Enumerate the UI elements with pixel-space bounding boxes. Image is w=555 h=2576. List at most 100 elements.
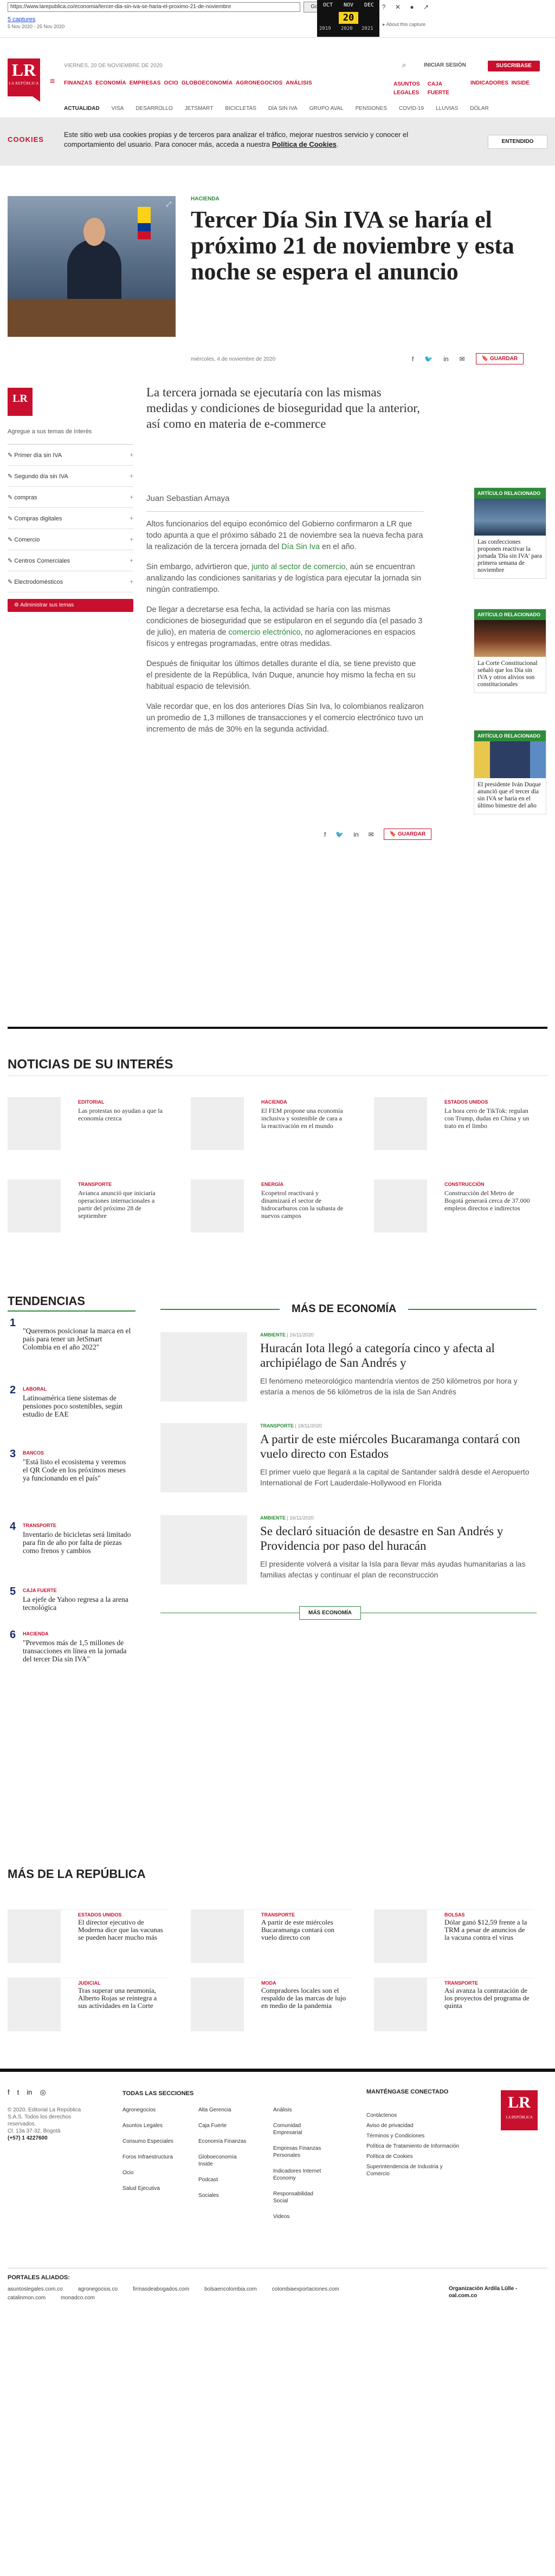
- nav-empresas[interactable]: EMPRESAS: [130, 80, 161, 86]
- subnav-actualidad[interactable]: ACTUALIDAD: [64, 106, 100, 112]
- nav-inside[interactable]: INSIDE: [512, 80, 530, 86]
- portal-link[interactable]: agronegocios.co: [78, 2285, 118, 2294]
- email-icon[interactable]: ✉: [369, 831, 374, 838]
- subnav-jetsmart[interactable]: JETSMART: [185, 106, 214, 112]
- cal-next-month[interactable]: DEC: [359, 2, 379, 8]
- comercio-electronico-link[interactable]: comercio electrónico: [229, 628, 301, 637]
- footer-link[interactable]: Análisis: [273, 2107, 327, 2114]
- footer-link[interactable]: Globoeconomía Inside: [198, 2154, 253, 2168]
- related-article[interactable]: ARTÍCULO RELACIONADO El presidente Iván …: [474, 730, 546, 814]
- hamburger-menu-icon[interactable]: ≡: [50, 77, 55, 87]
- portal-link[interactable]: catalinmon.com: [8, 2294, 46, 2303]
- related-article[interactable]: ARTÍCULO RELACIONADO Las confecciones pr…: [474, 487, 546, 579]
- nav-economia[interactable]: ECONOMÍA: [95, 80, 126, 86]
- twitter-icon[interactable]: t: [17, 2088, 20, 2097]
- republica-card[interactable]: ESTADOS UNIDOS El director ejecutivo de M…: [8, 1909, 168, 1963]
- save-button[interactable]: 🔖 GUARDAR: [475, 353, 524, 364]
- facebook-icon[interactable]: f: [412, 355, 414, 363]
- cal-prev-year[interactable]: 2019: [319, 26, 331, 31]
- article-author[interactable]: Juan Sebastian Amaya: [146, 494, 229, 503]
- footer-link[interactable]: Videos: [273, 2213, 327, 2220]
- user-icon[interactable]: ●: [408, 3, 416, 12]
- republica-card[interactable]: TRANSPORTE A partir de este miércoles Buc…: [191, 1909, 351, 1963]
- article-category[interactable]: HACIENDA: [191, 196, 220, 202]
- footer-link[interactable]: Asuntos Legales: [122, 2122, 177, 2129]
- footer-logo[interactable]: LR LA REPÚBLICA: [501, 2090, 538, 2130]
- login-link[interactable]: INICIAR SESIÓN: [424, 62, 466, 68]
- footer-link[interactable]: Comunidad Empresarial: [273, 2122, 327, 2136]
- add-icon[interactable]: +: [130, 451, 133, 459]
- footer-link[interactable]: Superintendencia de Industria y Comercio: [366, 2163, 464, 2177]
- organization-link[interactable]: Organización Ardila Lülle - oal.com.co: [449, 2285, 546, 2299]
- url-input[interactable]: https://www.larepublica.co/economia/terc…: [8, 2, 300, 12]
- footer-link[interactable]: Responsabilidad Social: [273, 2190, 327, 2205]
- manage-topics-button[interactable]: ⚙ Administrar sus temas: [8, 599, 133, 612]
- footer-link[interactable]: Términos y Condiciones: [366, 2132, 464, 2140]
- search-icon[interactable]: ⌕: [402, 61, 406, 69]
- republica-card[interactable]: BOLSAS Dólar ganó $12,59 frente a la TRM …: [374, 1909, 534, 1963]
- linkedin-icon[interactable]: in: [443, 355, 448, 363]
- nav-indicadores[interactable]: INDICADORES: [470, 80, 508, 86]
- add-icon[interactable]: +: [130, 472, 133, 480]
- topic-item[interactable]: ✎ Compras digitales +: [8, 508, 133, 529]
- subnav-bicicletas[interactable]: BICICLETAS: [225, 106, 256, 112]
- footer-link[interactable]: Contáctenos: [366, 2112, 464, 2119]
- interest-card[interactable]: EDITORIAL Las protestas no ayudan a que l…: [8, 1097, 168, 1150]
- captures-link[interactable]: 5 captures: [8, 16, 35, 23]
- cookie-policy-link[interactable]: Política de Cookies: [272, 140, 337, 148]
- nav-asuntos-legales[interactable]: ASUNTOS LEGALES: [393, 80, 426, 97]
- add-icon[interactable]: +: [130, 578, 133, 585]
- close-icon[interactable]: ✕: [393, 3, 402, 12]
- subnav-pensiones[interactable]: PENSIONES: [356, 106, 387, 112]
- facebook-icon[interactable]: f: [8, 2088, 10, 2097]
- subnav-desarrollo[interactable]: DESARROLLO: [135, 106, 172, 112]
- about-capture-link[interactable]: ▸ About this capture: [383, 22, 425, 28]
- nav-analisis[interactable]: ANÁLISIS: [286, 80, 312, 86]
- topic-item[interactable]: ✎ Comercio +: [8, 529, 133, 550]
- interest-card[interactable]: ENERGÍA Ecopetrol reactivará y dinamizará…: [191, 1179, 351, 1232]
- topic-item[interactable]: ✎ compras +: [8, 487, 133, 508]
- portal-link[interactable]: firmasdeabogados.com: [133, 2285, 189, 2294]
- footer-link[interactable]: Salud Ejecutiva: [122, 2185, 177, 2192]
- topic-item[interactable]: ✎ Centros Comerciales +: [8, 550, 133, 571]
- portal-link[interactable]: bolsaencolombia.com: [204, 2285, 257, 2294]
- portal-link[interactable]: asuntoslegales.com.co: [8, 2285, 63, 2294]
- topic-item[interactable]: ✎ Segundo día sin IVA +: [8, 466, 133, 487]
- portal-link[interactable]: monadco.com: [61, 2294, 95, 2303]
- twitter-icon[interactable]: 🐦: [335, 831, 344, 838]
- add-icon[interactable]: +: [130, 514, 133, 522]
- comercio-link[interactable]: junto al sector de comercio: [251, 563, 345, 571]
- footer-link[interactable]: Alta Gerencia: [198, 2107, 253, 2114]
- footer-link[interactable]: Ocio: [122, 2169, 177, 2176]
- interest-card[interactable]: HACIENDA El FEM propone una economía incl…: [191, 1097, 351, 1150]
- footer-link[interactable]: Sociales: [198, 2192, 253, 2199]
- more-economy-button[interactable]: MÁS ECONOMÍA: [299, 1606, 361, 1620]
- republica-card[interactable]: TRANSPORTE Así avanza la contratación de …: [374, 1978, 534, 2031]
- topic-item[interactable]: ✎ Primer día sin IVA +: [8, 445, 133, 466]
- cal-next-year[interactable]: 2021: [362, 26, 373, 31]
- email-icon[interactable]: ✉: [460, 355, 465, 363]
- instagram-icon[interactable]: ◎: [40, 2088, 46, 2097]
- nav-ocio[interactable]: OCIO: [164, 80, 178, 86]
- footer-link[interactable]: Indicadores Internet Economy: [273, 2168, 327, 2182]
- related-article[interactable]: ARTÍCULO RELACIONADO La Corte Constituci…: [474, 609, 546, 693]
- footer-link[interactable]: Foros Infraestructura: [122, 2154, 177, 2161]
- footer-link[interactable]: Agronegocios: [122, 2107, 177, 2114]
- interest-card[interactable]: ESTADOS UNIDOS La hora cero de TikTok: re…: [374, 1097, 534, 1150]
- footer-link[interactable]: Podcast: [198, 2176, 253, 2183]
- subnav-dia-sin-iva[interactable]: DÍA SIN IVA: [268, 106, 298, 112]
- interest-card[interactable]: CONSTRUCCIÓN Construcción del Metro de Bo…: [374, 1179, 534, 1232]
- save-button[interactable]: 🔖 GUARDAR: [383, 829, 432, 840]
- subnav-lluvias[interactable]: LLUVIAS: [436, 106, 458, 112]
- subnav-covid[interactable]: COVID-19: [399, 106, 424, 112]
- subnav-visa[interactable]: VISA: [112, 106, 124, 112]
- republica-card[interactable]: JUDICIAL Tras superar una neumonía, Alber…: [8, 1978, 168, 2031]
- add-icon[interactable]: +: [130, 493, 133, 501]
- add-icon[interactable]: +: [130, 557, 133, 564]
- footer-link[interactable]: Empresas Finanzas Personales: [273, 2145, 327, 2159]
- interest-card[interactable]: TRANSPORTE Avianca anunció que iniciaría …: [8, 1179, 168, 1232]
- footer-link[interactable]: Política de Cookies: [366, 2153, 464, 2160]
- footer-link[interactable]: Aviso de privacidad: [366, 2122, 464, 2129]
- help-icon[interactable]: ?: [379, 3, 388, 12]
- cal-prev-month[interactable]: OCT: [318, 2, 338, 8]
